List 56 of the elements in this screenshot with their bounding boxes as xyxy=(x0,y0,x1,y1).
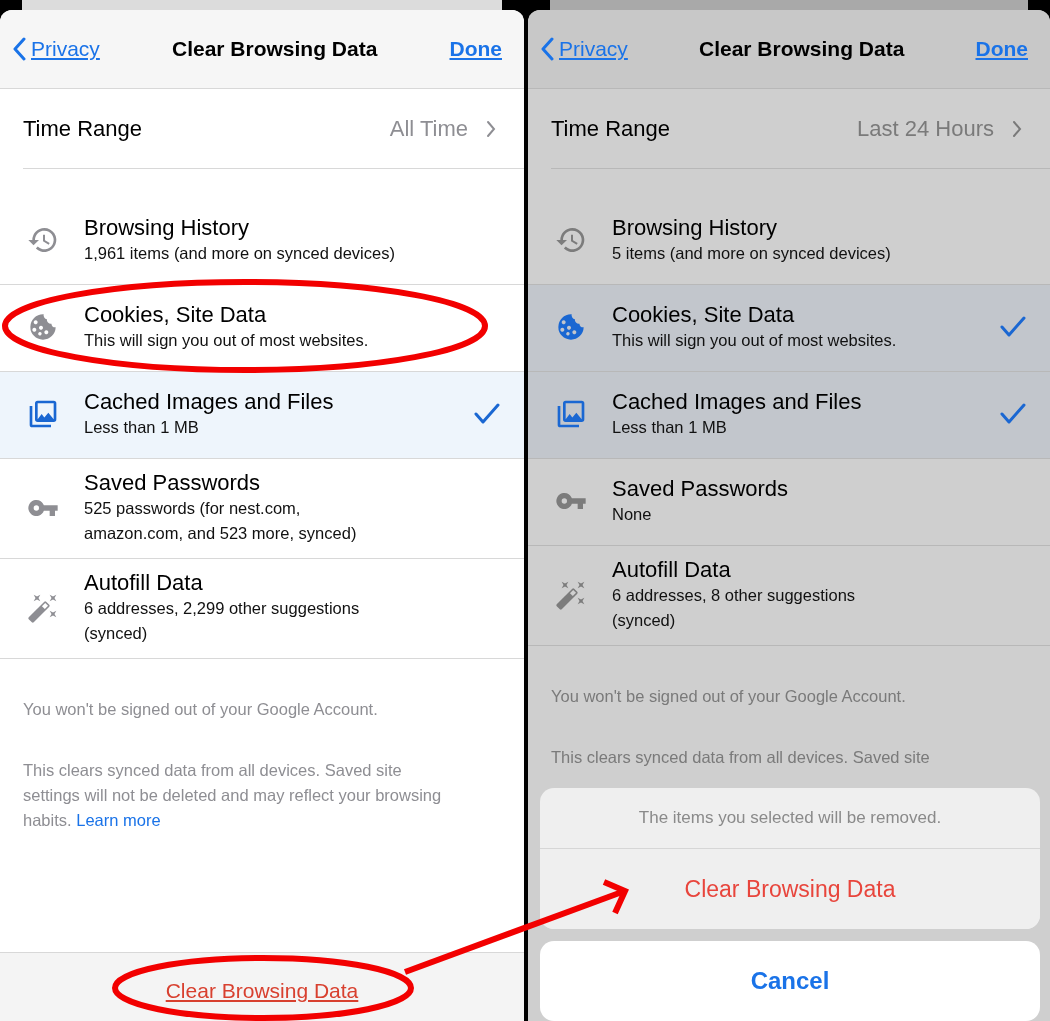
data-type-row[interactable]: Browsing History 1,961 items (and more on synced devices) xyxy=(0,198,524,285)
learn-more-link[interactable]: Learn more xyxy=(76,811,161,829)
row-detail: 6 addresses, 8 other suggestions (synced) xyxy=(612,585,857,631)
row-detail: Less than 1 MB xyxy=(84,417,200,438)
checkmark-icon xyxy=(474,403,500,425)
footnote-text: This clears synced data from all devices. Saved site xyxy=(551,747,931,768)
images-icon xyxy=(27,398,59,430)
row-detail: 5 items (and more on synced devices) xyxy=(612,243,892,264)
back-chevron-icon xyxy=(12,37,26,61)
data-type-row[interactable]: Cached Images and Files Less than 1 MB xyxy=(0,372,524,459)
screen-title: Clear Browsing Data xyxy=(171,37,379,61)
row-title: Cookies, Site Data xyxy=(84,301,268,328)
data-type-row[interactable]: Cookies, Site Data This will sign you out of most websites. xyxy=(528,285,1050,372)
footnote-text: This clears synced data from all devices. Saved site settings will not be deleted and may reflect your browsing habits. Learn more xyxy=(23,760,443,831)
data-type-row[interactable]: Saved Passwords None xyxy=(528,459,1050,546)
back-button[interactable]: Privacy xyxy=(12,37,100,61)
row-detail: This will sign you out of most websites. xyxy=(84,330,370,351)
row-title: Saved Passwords xyxy=(612,475,790,502)
row-title: Autofill Data xyxy=(612,556,732,583)
row-title: Autofill Data xyxy=(84,569,204,596)
row-title: Browsing History xyxy=(84,214,251,241)
row-title: Saved Passwords xyxy=(84,469,262,496)
time-range-value: All Time xyxy=(389,115,468,142)
time-range-label: Time Range xyxy=(551,115,671,142)
row-detail: Less than 1 MB xyxy=(612,417,728,438)
data-type-row[interactable]: Saved Passwords 525 passwords (for nest.com, amazon.com, and 523 more, synced) xyxy=(0,459,524,559)
chevron-right-icon xyxy=(1012,119,1022,138)
cookie-icon xyxy=(27,311,59,343)
clear-data-link[interactable]: Clear Browsing Data xyxy=(165,979,359,1003)
footnote-text: You won't be signed out of your Google Account. xyxy=(551,686,907,707)
row-detail: None xyxy=(612,504,653,525)
back-chevron-icon xyxy=(540,37,554,61)
time-range-row[interactable]: Time Range All Time xyxy=(0,89,524,168)
chevron-right-icon xyxy=(486,119,496,138)
checkmark-icon xyxy=(1000,403,1026,425)
row-title: Cached Images and Files xyxy=(84,388,335,415)
time-range-row[interactable]: Time Range Last 24 Hours xyxy=(528,89,1050,168)
row-detail: 1,961 items (and more on synced devices) xyxy=(84,243,396,264)
row-title: Cookies, Site Data xyxy=(612,301,796,328)
images-icon xyxy=(555,398,587,430)
cookie-icon xyxy=(555,311,587,343)
checkmark-icon xyxy=(1000,316,1026,338)
data-type-row[interactable]: Autofill Data 6 addresses, 8 other suggestions (synced) xyxy=(528,546,1050,646)
row-title: Browsing History xyxy=(612,214,779,241)
time-range-value: Last 24 Hours xyxy=(857,115,994,142)
screen-title: Clear Browsing Data xyxy=(698,37,906,61)
footnote-text: You won't be signed out of your Google Account. xyxy=(23,699,379,720)
row-detail: 525 passwords (for nest.com, amazon.com, and 523 more, synced) xyxy=(84,498,358,544)
row-title: Cached Images and Files xyxy=(612,388,863,415)
done-button[interactable]: Done xyxy=(449,37,502,61)
row-detail: 6 addresses, 2,299 other suggestions (synced) xyxy=(84,598,361,644)
cancel-button[interactable]: Cancel xyxy=(540,941,1040,1021)
data-type-row[interactable]: Cached Images and Files Less than 1 MB xyxy=(528,372,1050,459)
data-type-row[interactable]: Autofill Data 6 addresses, 2,299 other suggestions (synced) xyxy=(0,559,524,659)
time-range-label: Time Range xyxy=(23,115,143,142)
row-detail: This will sign you out of most websites. xyxy=(612,330,898,351)
